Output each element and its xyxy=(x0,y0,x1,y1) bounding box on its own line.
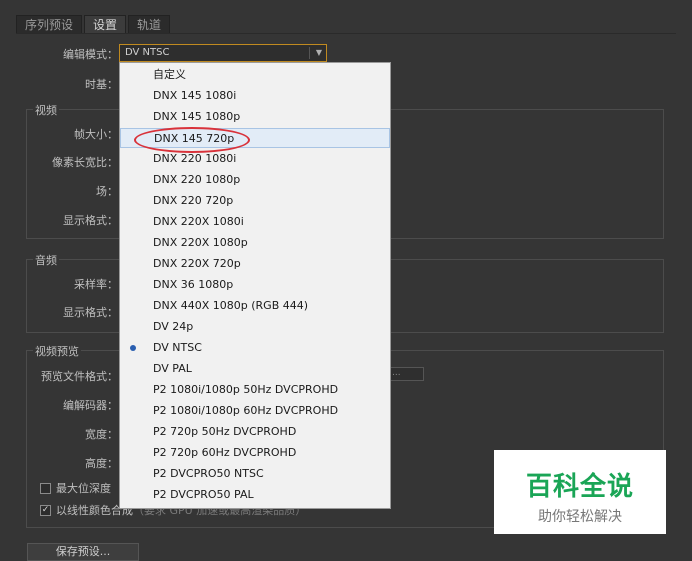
dropdown-item[interactable]: DNX 145 1080p xyxy=(120,107,390,127)
width-label: 宽度： xyxy=(85,428,118,441)
edit-mode-label: 编辑模式： xyxy=(63,48,118,61)
dropdown-item[interactable]: DNX 36 1080p xyxy=(120,275,390,295)
edit-mode-select[interactable]: DV NTSC ▼ xyxy=(119,44,327,62)
tab-sequence-presets[interactable]: 序列预设 xyxy=(16,15,83,33)
tab-settings[interactable]: 设置 xyxy=(84,15,127,33)
height-label: 高度： xyxy=(85,457,118,470)
selected-radio-icon xyxy=(130,345,136,351)
dropdown-item[interactable]: P2 720p 50Hz DVCPROHD xyxy=(120,422,390,442)
tab-divider xyxy=(16,33,676,34)
dropdown-item[interactable]: DV 24p xyxy=(120,317,390,337)
dropdown-item[interactable]: DNX 220 1080p xyxy=(120,170,390,190)
audio-group-title: 音频 xyxy=(33,252,59,268)
dropdown-item[interactable]: DV PAL xyxy=(120,359,390,379)
video-display-format-label: 显示格式： xyxy=(63,214,118,227)
watermark-logo: 百科全说 助你轻松解决 xyxy=(494,450,666,534)
dropdown-item[interactable]: P2 1080i/1080p 50Hz DVCPROHD xyxy=(120,380,390,400)
chevron-down-icon[interactable]: ▼ xyxy=(316,45,322,61)
max-bit-depth-label: 最大位深度 xyxy=(56,482,111,495)
save-preset-button[interactable]: 保存预设... xyxy=(27,543,139,561)
field-label: 场： xyxy=(96,185,118,198)
dropdown-item[interactable]: P2 DVCPRO50 NTSC xyxy=(120,464,390,484)
edit-mode-value: DV NTSC xyxy=(125,47,170,58)
dropdown-item-label: DV NTSC xyxy=(153,341,202,354)
dropdown-item[interactable]: DNX 440X 1080p (RGB 444) xyxy=(120,296,390,316)
frame-size-label: 帧大小： xyxy=(74,128,118,141)
preview-file-format-label: 预览文件格式： xyxy=(41,370,118,383)
dropdown-item[interactable]: DNX 220 720p xyxy=(120,191,390,211)
tab-bar: 序列预设 设置 轨道 xyxy=(16,15,172,33)
video-preview-group-title: 视频预览 xyxy=(33,343,81,359)
video-group-title: 视频 xyxy=(33,102,59,118)
sample-rate-label: 采样率： xyxy=(74,278,118,291)
dropdown-item[interactable]: P2 1080i/1080p 60Hz DVCPROHD xyxy=(120,401,390,421)
dropdown-item[interactable]: DNX 220X 720p xyxy=(120,254,390,274)
checkmark-icon[interactable]: ✓ xyxy=(40,504,51,516)
dropdown-item[interactable]: 自定义 xyxy=(120,65,390,85)
max-bit-depth-checkbox[interactable]: 最大位深度 xyxy=(40,480,111,496)
dropdown-item[interactable]: DNX 220X 1080i xyxy=(120,212,390,232)
combo-separator xyxy=(309,47,310,59)
tab-tracks[interactable]: 轨道 xyxy=(128,15,171,33)
audio-display-format-label: 显示格式： xyxy=(63,306,118,319)
dropdown-item[interactable]: P2 DVCPRO50 PAL xyxy=(120,485,390,505)
preview-format-field[interactable]: ... xyxy=(388,367,424,381)
pixel-aspect-label: 像素长宽比： xyxy=(52,156,118,169)
timebase-label: 时基： xyxy=(85,78,118,91)
dropdown-item[interactable]: DNX 220 1080i xyxy=(120,149,390,169)
dropdown-item-selected[interactable]: DV NTSC xyxy=(120,338,390,358)
watermark-subtitle: 助你轻松解决 xyxy=(538,509,622,525)
dropdown-item[interactable]: DNX 145 1080i xyxy=(120,86,390,106)
dropdown-item[interactable]: DNX 220X 1080p xyxy=(120,233,390,253)
dropdown-item[interactable]: P2 720p 60Hz DVCPROHD xyxy=(120,443,390,463)
annotation-circle xyxy=(134,127,250,153)
checkbox-box[interactable] xyxy=(40,482,51,494)
watermark-title: 百科全说 xyxy=(525,472,634,502)
codec-label: 编解码器： xyxy=(63,399,118,412)
